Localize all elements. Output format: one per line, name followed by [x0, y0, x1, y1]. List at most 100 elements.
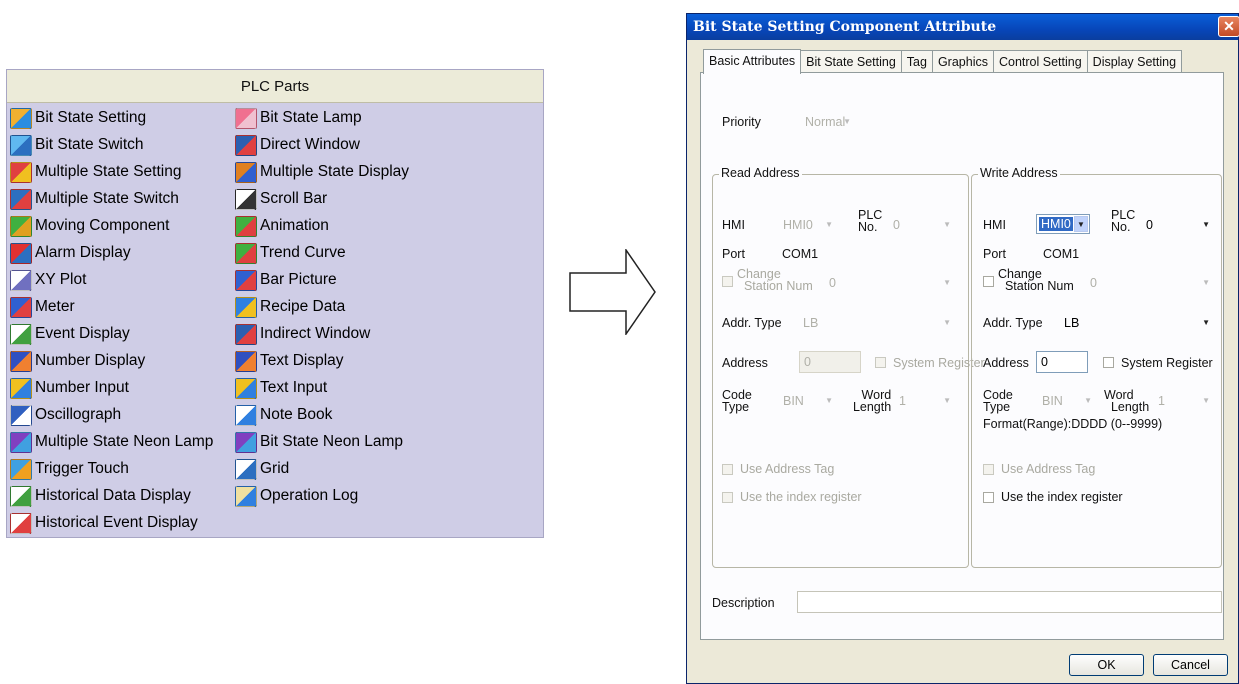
read-system-register-checkbox[interactable]: [875, 357, 886, 368]
plc-part-item[interactable]: Text Display: [235, 348, 344, 374]
chevron-down-icon: ▼: [1084, 396, 1092, 405]
plc-part-item[interactable]: Grid: [235, 456, 289, 482]
plc-part-item[interactable]: Indirect Window: [235, 321, 370, 347]
historical-data-display-icon: [10, 485, 32, 507]
plc-part-item[interactable]: Trend Curve: [235, 240, 346, 266]
animation-icon: [235, 215, 257, 237]
plc-part-label: Indirect Window: [260, 325, 371, 342]
read-address-input[interactable]: 0: [799, 351, 861, 373]
read-hmi-select[interactable]: HMI0 ▼: [779, 215, 837, 235]
bit-state-setting-icon: [10, 107, 32, 129]
write-code-type-select[interactable]: BIN ▼: [1038, 391, 1096, 411]
tab-basic-attributes[interactable]: Basic Attributes: [703, 49, 802, 74]
alarm-display-icon: [10, 242, 32, 264]
write-word-length-select[interactable]: 1 ▼: [1154, 391, 1214, 411]
plc-part-item[interactable]: Event Display: [10, 321, 130, 347]
ok-button[interactable]: OK: [1069, 654, 1144, 676]
read-plc-select[interactable]: 0 ▼: [889, 215, 955, 235]
chevron-down-icon: ▼: [1202, 278, 1210, 287]
plc-part-label: Grid: [260, 460, 290, 477]
chevron-down-icon: ▼: [943, 396, 951, 405]
write-hmi-select[interactable]: HMI0 ▼: [1036, 214, 1090, 234]
read-word-length-select[interactable]: 1 ▼: [895, 391, 955, 411]
plc-part-item[interactable]: Trigger Touch: [10, 456, 129, 482]
cancel-button[interactable]: Cancel: [1153, 654, 1228, 676]
direct-window-icon: [235, 134, 257, 156]
write-station-select[interactable]: 0 ▼: [1086, 273, 1214, 293]
priority-value: Normal: [805, 115, 846, 129]
read-addr-type-select[interactable]: LB ▼: [799, 313, 955, 333]
description-input[interactable]: [797, 591, 1222, 613]
plc-part-item[interactable]: Multiple State Display: [235, 159, 409, 185]
plc-part-item[interactable]: Bit State Neon Lamp: [235, 429, 403, 455]
note-book-icon: [235, 404, 257, 426]
read-code-type-label: Code Type: [722, 389, 752, 414]
chevron-down-icon: ▼: [1202, 318, 1210, 327]
plc-part-item[interactable]: Number Input: [10, 375, 129, 401]
plc-part-item[interactable]: XY Plot: [10, 267, 86, 293]
dialog-titlebar[interactable]: Bit State Setting Component Attribute ✕: [687, 14, 1239, 40]
write-system-register-checkbox[interactable]: [1103, 357, 1114, 368]
grid-icon: [235, 458, 257, 480]
write-no-label: No.: [1111, 220, 1131, 234]
plc-part-item[interactable]: Scroll Bar: [235, 186, 327, 212]
tab-control-setting[interactable]: Control Setting: [992, 50, 1088, 73]
write-plc-select[interactable]: 0 ▼: [1142, 215, 1214, 235]
read-plc-no-label: PLC No.: [858, 209, 882, 234]
write-station-value: 0: [1090, 276, 1097, 290]
plc-part-label: Text Input: [260, 379, 328, 396]
write-plc-value: 0: [1146, 218, 1153, 232]
plc-part-item[interactable]: Bar Picture: [235, 267, 337, 293]
trigger-touch-icon: [10, 458, 32, 480]
plc-part-item[interactable]: Number Display: [10, 348, 145, 374]
plc-part-item[interactable]: Text Input: [235, 375, 327, 401]
write-address-input[interactable]: 0: [1036, 351, 1088, 373]
plc-part-label: Bit State Setting: [35, 109, 147, 126]
plc-part-item[interactable]: Historical Event Display: [10, 510, 198, 536]
write-addr-type-select[interactable]: LB ▼: [1060, 313, 1214, 333]
plc-part-item[interactable]: Animation: [235, 213, 329, 239]
plc-part-item[interactable]: Bit State Lamp: [235, 105, 362, 131]
write-format-range: Format(Range):DDDD (0--9999): [983, 417, 1163, 431]
write-use-address-tag-checkbox[interactable]: [983, 464, 994, 475]
write-change-station-checkbox[interactable]: [983, 276, 994, 287]
read-addr-type-label: Addr. Type: [722, 316, 782, 330]
read-word-length-label: Word Length: [846, 389, 891, 414]
text-display-icon: [235, 350, 257, 372]
read-change-station-checkbox[interactable]: [722, 276, 733, 287]
multiple-state-neon-lamp-icon: [10, 431, 32, 453]
read-use-index-checkbox[interactable]: [722, 492, 733, 503]
plc-part-item[interactable]: Oscillograph: [10, 402, 121, 428]
read-hmi-label: HMI: [722, 218, 745, 232]
plc-part-item[interactable]: Alarm Display: [10, 240, 131, 266]
plc-part-item[interactable]: Bit State Setting: [10, 105, 146, 131]
tab-tag[interactable]: Tag: [900, 50, 933, 73]
plc-part-item[interactable]: Multiple State Setting: [10, 159, 181, 185]
plc-part-item[interactable]: Bit State Switch: [10, 132, 144, 158]
close-icon[interactable]: ✕: [1218, 16, 1239, 37]
read-code-type-select[interactable]: BIN ▼: [779, 391, 837, 411]
write-use-index-checkbox[interactable]: [983, 492, 994, 503]
read-addr-type-value: LB: [803, 316, 819, 330]
tab-bit-state-setting[interactable]: Bit State Setting: [800, 50, 902, 73]
plc-part-label: Meter: [35, 298, 75, 315]
plc-part-item[interactable]: Recipe Data: [235, 294, 345, 320]
plc-parts-panel: PLC Parts Bit State Setting Bit State Swi…: [6, 69, 544, 538]
plc-part-item[interactable]: Meter: [10, 294, 75, 320]
write-hmi-value: HMI0: [1039, 217, 1073, 231]
plc-part-item[interactable]: Historical Data Display: [10, 483, 191, 509]
plc-part-item[interactable]: Direct Window: [235, 132, 360, 158]
write-code-label-2: Type: [983, 400, 1011, 414]
plc-part-item[interactable]: Multiple State Neon Lamp: [10, 429, 213, 455]
priority-select[interactable]: Normal ▼: [801, 112, 855, 132]
tab-graphics[interactable]: Graphics: [931, 50, 994, 73]
read-use-address-tag-checkbox[interactable]: [722, 464, 733, 475]
plc-part-item[interactable]: Moving Component: [10, 213, 169, 239]
plc-part-item[interactable]: Multiple State Switch: [10, 186, 179, 212]
tab-display-setting[interactable]: Display Setting: [1086, 50, 1183, 73]
plc-part-item[interactable]: Note Book: [235, 402, 332, 428]
chevron-down-icon: ▼: [943, 278, 951, 287]
plc-part-label: XY Plot: [35, 271, 87, 288]
read-station-select[interactable]: 0 ▼: [825, 273, 955, 293]
plc-part-item[interactable]: Operation Log: [235, 483, 358, 509]
